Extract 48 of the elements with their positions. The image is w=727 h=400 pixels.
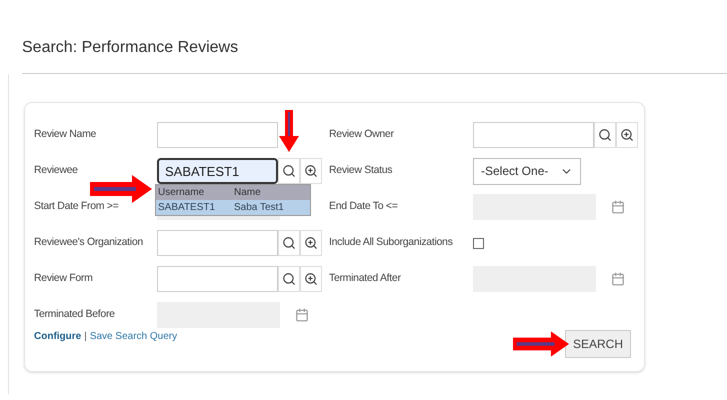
search-icon [598,128,612,142]
lookup-field[interactable]: SABATEST1 [157,158,278,184]
calendar-icon[interactable] [611,272,625,286]
calendar-icon[interactable] [611,200,625,214]
search-icon [282,272,296,286]
status-dropdown[interactable]: -Select One- [473,158,581,184]
calendar-icon[interactable] [295,308,309,322]
zoom-in-icon [304,164,318,178]
field-label: Include All Suborganizations [329,235,453,250]
save-search-query-link[interactable]: Save Search Query [90,330,178,344]
search-button[interactable] [278,266,300,292]
field-label: Review Name [34,127,96,142]
search-button[interactable]: SEARCH [565,330,631,358]
search-button[interactable] [278,230,300,256]
checkbox[interactable] [473,238,484,248]
search-icon [282,236,296,250]
lookup-field[interactable] [157,230,278,256]
zoom-in-button[interactable] [616,122,638,148]
zoom-in-button[interactable] [300,266,322,292]
field-label: Start Date From >= [34,199,118,214]
field-label: Terminated Before [34,307,115,322]
column-header: Name [233,186,262,200]
zoom-in-button[interactable] [300,158,322,184]
page-title: Search: Performance Reviews [21,38,238,58]
zoom-in-icon [304,236,318,250]
annotation-arrow [513,330,569,358]
field-label: Reviewee's Organization [34,235,143,250]
search-button[interactable] [594,122,616,148]
field-label: Review Status [329,163,392,178]
zoom-in-icon [304,272,318,286]
search-button[interactable] [278,158,300,184]
suggestion-row[interactable]: SABATEST1 Saba Test1 [156,200,310,215]
search-icon [282,164,296,178]
field-label: Terminated After [329,271,401,286]
zoom-in-icon [620,128,634,142]
field-label: Review Owner [329,127,394,142]
annotation-arrow [90,175,152,203]
link-separator: | [84,330,87,344]
field-label: Review Form [34,271,93,286]
field-label: End Date To <= [329,199,398,214]
lookup-field[interactable] [157,266,278,292]
zoom-in-button[interactable] [300,230,322,256]
configure-link[interactable]: Configure [34,330,82,344]
column-header: Username [157,186,206,200]
text-field[interactable] [157,122,278,148]
lookup-field[interactable] [473,122,594,148]
annotation-arrow [279,110,299,152]
field-label: Reviewee [34,163,78,178]
